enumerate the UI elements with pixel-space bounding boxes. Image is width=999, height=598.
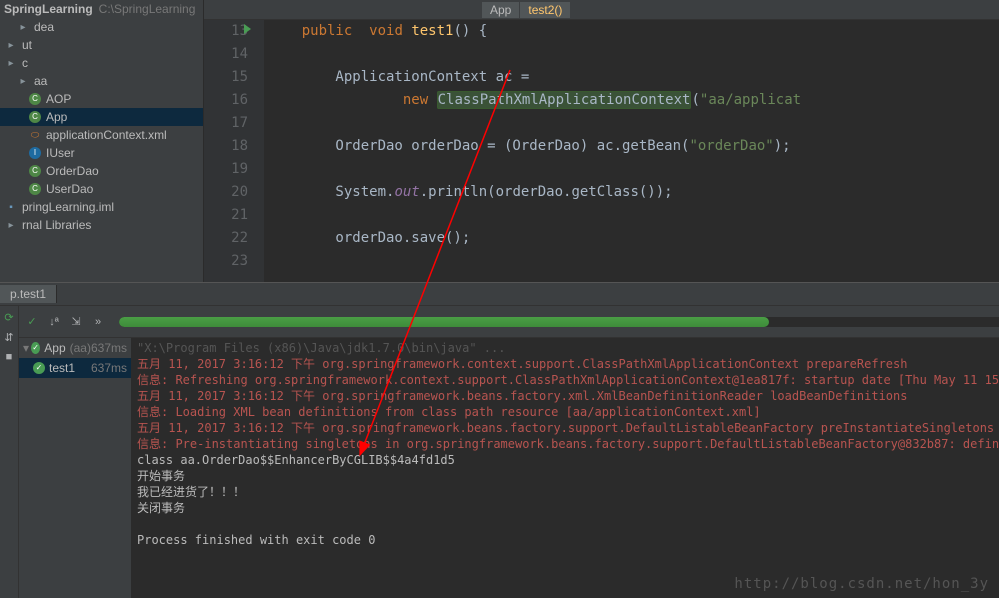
test-ok-icon: ✓ xyxy=(33,362,45,374)
test-node-app[interactable]: ▾✓App(aa)637ms xyxy=(19,338,131,358)
tree-item-rnal-libraries[interactable]: ▸rnal Libraries xyxy=(0,216,203,234)
test-status-bar: ✓ ↓ª ⇲ » 1 test passed – 637ms xyxy=(19,306,999,338)
run-gutter-icon[interactable] xyxy=(244,24,251,34)
test-progress xyxy=(119,317,999,327)
editor-code[interactable]: public void test1() { ApplicationContext… xyxy=(264,20,999,282)
rerun-icon[interactable]: ⟳ xyxy=(0,308,18,326)
tree-item-userdao[interactable]: CUserDao xyxy=(0,180,203,198)
stop-icon[interactable]: ■ xyxy=(0,348,18,366)
tree-item-iuser[interactable]: IIUser xyxy=(0,144,203,162)
editor: App test2() 1314151617181920212223 publi… xyxy=(204,0,999,282)
tree-item-ut[interactable]: ▸ut xyxy=(0,36,203,54)
tree-item-orderdao[interactable]: COrderDao xyxy=(0,162,203,180)
project-tree[interactable]: SpringLearning C:\SpringLearning ▸dea▸ut… xyxy=(0,0,204,282)
project-root[interactable]: SpringLearning C:\SpringLearning xyxy=(0,0,203,18)
console-output[interactable]: "X:\Program Files (x86)\Java\jdk1.7.0\bi… xyxy=(131,338,999,598)
sort-icon[interactable]: ↓ª xyxy=(45,313,63,331)
tree-item-dea[interactable]: ▸dea xyxy=(0,18,203,36)
show-passed-icon[interactable]: ✓ xyxy=(23,313,41,331)
toggle-icon[interactable]: ⇵ xyxy=(0,328,18,346)
test-tree[interactable]: ▾✓App(aa)637ms✓test1637ms xyxy=(19,338,131,598)
breadcrumb[interactable]: App test2() xyxy=(204,0,999,20)
expand-icon[interactable]: ⇲ xyxy=(67,313,85,331)
tree-item-pringlearning-iml[interactable]: ▪pringLearning.iml xyxy=(0,198,203,216)
run-toolbar: ⟳ ⇵ ■ xyxy=(0,306,19,598)
tree-item-aop[interactable]: CAOP xyxy=(0,90,203,108)
test-ok-icon: ✓ xyxy=(31,342,40,354)
run-tab[interactable]: p.test1 xyxy=(0,285,57,303)
expand-arrow-icon[interactable]: ▾ xyxy=(23,341,29,355)
crumb-class[interactable]: App xyxy=(482,2,519,18)
more-icon[interactable]: » xyxy=(89,313,107,331)
tree-item-applicationcontext-xml[interactable]: ⬭applicationContext.xml xyxy=(0,126,203,144)
crumb-method[interactable]: test2() xyxy=(520,2,570,18)
tree-item-app[interactable]: CApp xyxy=(0,108,203,126)
tree-item-c[interactable]: ▸c xyxy=(0,54,203,72)
editor-gutter[interactable]: 1314151617181920212223 xyxy=(204,20,264,282)
run-tool-window: p.test1 ⟳ ⇵ ■ ✓ ↓ª ⇲ » 1 test passed – 6… xyxy=(0,282,999,598)
tree-item-aa[interactable]: ▸aa xyxy=(0,72,203,90)
watermark: http://blog.csdn.net/hon_3y xyxy=(734,576,989,592)
test-node-test1[interactable]: ✓test1637ms xyxy=(19,358,131,378)
